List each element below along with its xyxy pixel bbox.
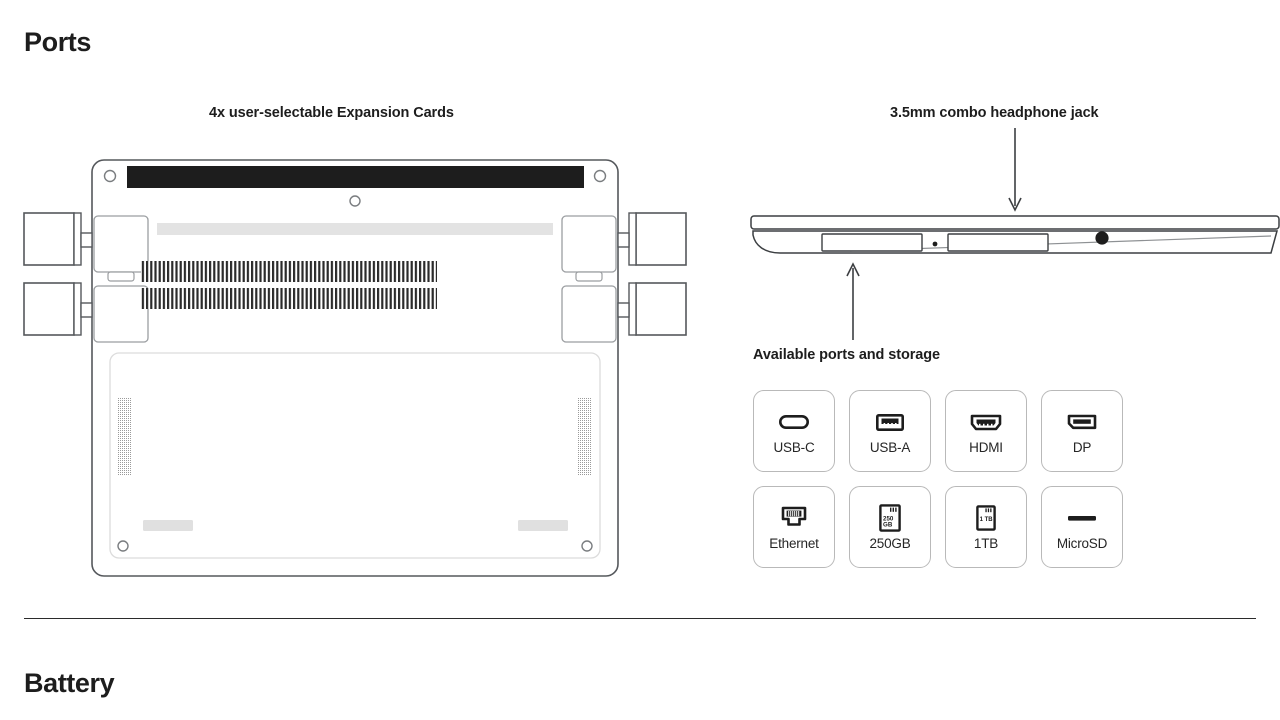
storage-card-icon: 1 TB [976, 503, 996, 533]
screw-hole [103, 169, 117, 183]
expansion-card-module [23, 212, 93, 266]
port-card-1tb[interactable]: 1 TB 1TB [945, 486, 1027, 568]
port-card-250gb[interactable]: 250 GB 250GB [849, 486, 931, 568]
expansion-bay-inner [561, 285, 617, 343]
status-led-icon [932, 241, 938, 247]
speaker-grille-right [578, 398, 592, 476]
expansion-bay-inner [561, 215, 617, 273]
speaker-grille-left [118, 398, 132, 476]
usb-a-port-icon [876, 407, 904, 437]
storage-card-icon: 250 GB [879, 503, 901, 533]
port-card-label: HDMI [969, 440, 1003, 456]
screw-hole [581, 540, 593, 552]
hdmi-port-icon [970, 407, 1002, 437]
hinge-bar [127, 166, 584, 188]
ports-section-heading: Ports [24, 27, 92, 57]
headphone-jack-arrow-down-icon [1008, 128, 1022, 212]
release-latch [107, 271, 135, 282]
storage-icon-capacity-bottom: GB [883, 522, 893, 529]
storage-icon-capacity-top: 1 TB [980, 517, 994, 523]
port-card-label: DP [1072, 440, 1092, 456]
expansion-slot-arrow-up-icon [846, 262, 860, 340]
ethernet-rj45-icon [781, 503, 807, 533]
rubber-foot [518, 520, 568, 531]
expansion-bay-inner [93, 285, 149, 343]
microsd-card-icon [1067, 503, 1097, 533]
headphone-jack-caption: 3.5mm combo headphone jack [890, 105, 1099, 121]
laptop-bottom-view-diagram [23, 159, 687, 577]
vent-slats-upper [141, 261, 437, 282]
port-card-dp[interactable]: DP [1041, 390, 1123, 472]
expansion-card-module [617, 212, 687, 266]
port-card-ethernet[interactable]: Ethernet [753, 486, 835, 568]
usb-c-port-icon [779, 407, 809, 437]
displayport-port-icon [1067, 407, 1097, 437]
port-card-label: 250GB [869, 536, 911, 552]
port-card-microsd[interactable]: MicroSD [1041, 486, 1123, 568]
rubber-foot [143, 520, 193, 531]
screw-hole [349, 195, 361, 207]
expansion-card-slot [821, 233, 923, 252]
available-ports-caption: Available ports and storage [753, 347, 940, 363]
screw-hole [117, 540, 129, 552]
expansion-bay-inner [93, 215, 149, 273]
expansion-card-module [617, 282, 687, 336]
available-ports-grid: USB-C USB-A HDMI DP Ethernet 250 GB 250G… [753, 390, 1133, 568]
port-card-usb-c[interactable]: USB-C [753, 390, 835, 472]
panel-strip [157, 223, 553, 235]
screw-hole [593, 169, 607, 183]
battery-section-heading: Battery [24, 668, 115, 698]
port-card-label: USB-C [773, 440, 815, 456]
expansion-cards-caption: 4x user-selectable Expansion Cards [209, 105, 454, 121]
port-card-usb-a[interactable]: USB-A [849, 390, 931, 472]
port-card-label: Ethernet [769, 536, 819, 552]
port-card-label: MicroSD [1056, 536, 1108, 552]
ports-page: Ports 4x user-selectable Expansion Cards… [0, 0, 1280, 720]
port-card-hdmi[interactable]: HDMI [945, 390, 1027, 472]
section-divider [24, 618, 1256, 619]
expansion-card-slot [947, 233, 1049, 252]
vent-slats-lower [141, 288, 437, 309]
port-card-label: 1TB [973, 536, 999, 552]
port-card-label: USB-A [869, 440, 911, 456]
headphone-jack-hole-icon [1095, 231, 1109, 245]
release-latch [575, 271, 603, 282]
expansion-card-module [23, 282, 93, 336]
